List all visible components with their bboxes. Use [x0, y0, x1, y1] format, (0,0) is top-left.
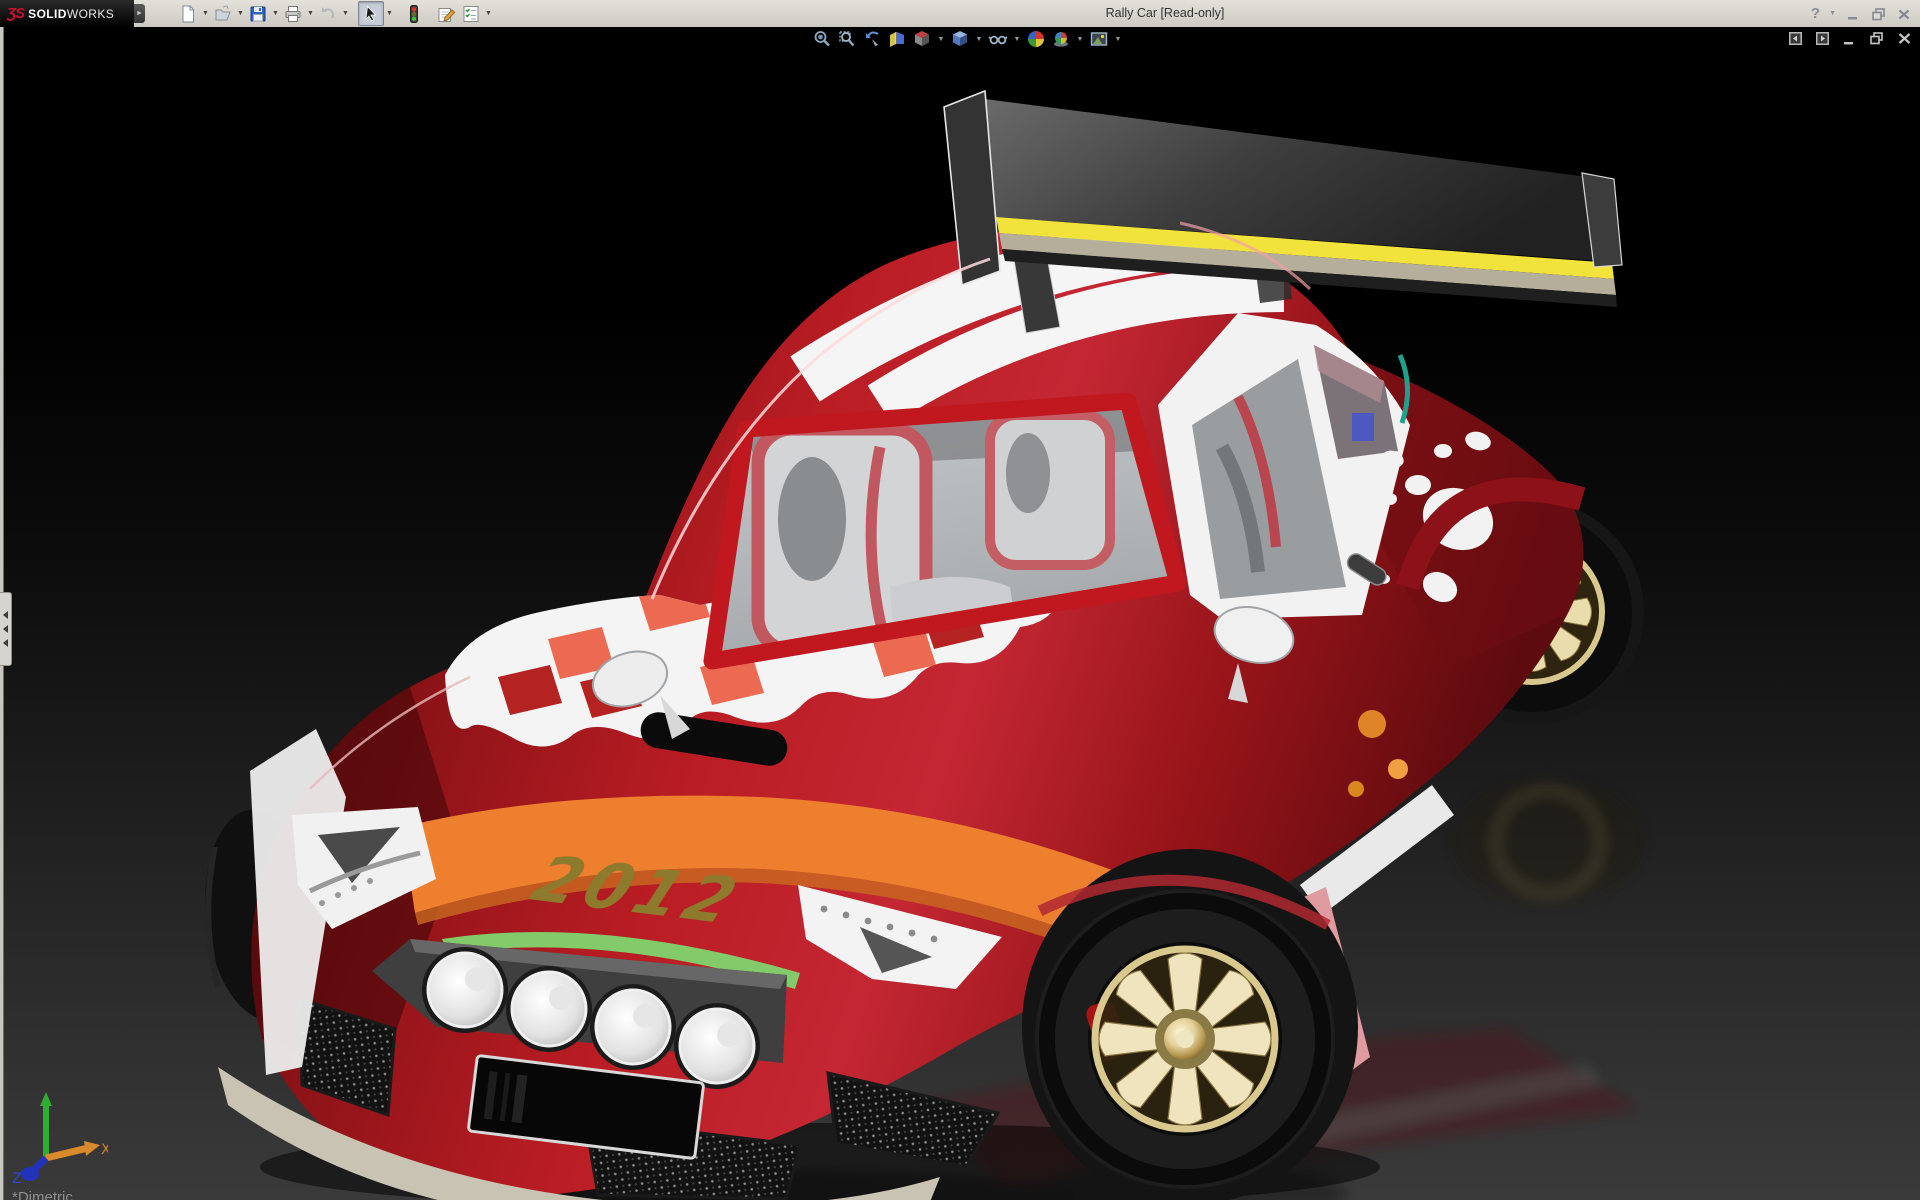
title-bar: ƷS SOLID WORKS ► ▼ ▼ ▼ ▼ ▼ ▼ ▼ Rally Car…: [0, 0, 1920, 28]
apply-scene-icon: [1054, 32, 1068, 47]
z-axis-arrow: [21, 1167, 39, 1181]
previous-view-button[interactable]: [862, 29, 882, 49]
undo-icon: [322, 6, 334, 18]
apply-scene-dropdown[interactable]: ▼: [1076, 36, 1084, 43]
view-orientation-label: *Dimetric: [12, 1189, 73, 1200]
solidworks-logo: ƷS SOLID WORKS: [0, 0, 134, 27]
close-button[interactable]: [1896, 6, 1912, 22]
car-model[interactable]: 2012: [195, 89, 1644, 1200]
rally-car-model[interactable]: 2012: [0, 27, 1920, 1200]
save-icon: [250, 6, 266, 21]
zoom-to-area-icon: [839, 31, 855, 47]
expand-panel-arrow-icon: [3, 639, 8, 647]
display-style-dropdown[interactable]: ▼: [975, 36, 983, 43]
feature-manager-collapsed-tab[interactable]: [0, 592, 12, 666]
view-orientation-dropdown[interactable]: ▼: [937, 36, 945, 43]
rear-wing[interactable]: [943, 89, 1623, 334]
hide-show-items-button[interactable]: [988, 29, 1008, 49]
edit-appearance-button[interactable]: [1026, 29, 1046, 49]
save-button[interactable]: [246, 2, 270, 25]
help-dropdown[interactable]: ▼: [1829, 10, 1836, 17]
zoom-to-fit-icon: [814, 31, 830, 47]
view-settings-dropdown[interactable]: ▼: [1114, 36, 1122, 43]
apply-scene-button[interactable]: [1051, 29, 1071, 49]
dassault-3ds-icon: ƷS: [7, 5, 25, 22]
hide-show-items-dropdown[interactable]: ▼: [1013, 36, 1021, 43]
z-axis-label: Z: [12, 1171, 22, 1184]
expand-panel-arrow-icon: [3, 611, 8, 619]
zoom-to-fit-button[interactable]: [812, 29, 832, 49]
display-style-icon: [953, 31, 967, 46]
new-document-dropdown[interactable]: ▼: [201, 2, 210, 25]
open-icon: [215, 4, 231, 20]
undo-button[interactable]: [316, 2, 340, 25]
reference-triad[interactable]: X Z: [8, 1088, 108, 1184]
toolbar-overflow-button[interactable]: ►: [134, 4, 145, 23]
solidworks-window: ƷS SOLID WORKS ► ▼ ▼ ▼ ▼ ▼ ▼ ▼ Rally Car…: [0, 0, 1920, 1200]
pane-collapse-right-button[interactable]: [1815, 31, 1830, 46]
new-document-icon: [182, 5, 194, 22]
viewport-minimize-button[interactable]: [1842, 31, 1857, 46]
x-axis-arrow: [84, 1141, 100, 1156]
options-checklist-icon: [463, 5, 479, 22]
heads-up-view-toolbar: ▼ ▼ ▼ ▼ ▼: [812, 29, 1122, 49]
select-dropdown[interactable]: ▼: [385, 2, 394, 25]
options-button[interactable]: [459, 2, 483, 25]
expand-panel-arrow-icon: [3, 625, 8, 633]
restore-button[interactable]: [1870, 6, 1887, 22]
new-document-button[interactable]: [176, 2, 200, 25]
annotation-icon: [438, 7, 456, 22]
annotation-button[interactable]: [434, 2, 458, 25]
undo-dropdown[interactable]: ▼: [341, 2, 350, 25]
section-view-icon: [890, 32, 904, 47]
save-dropdown[interactable]: ▼: [271, 2, 280, 25]
pane-collapse-left-button[interactable]: [1788, 31, 1803, 46]
stoplight-icon: [410, 4, 418, 23]
stoplight-button[interactable]: [402, 2, 426, 25]
view-orientation-button[interactable]: [912, 29, 932, 49]
document-title: Rally Car [Read-only]: [1105, 6, 1225, 20]
options-dropdown[interactable]: ▼: [484, 2, 493, 25]
hide-show-glasses-icon: [988, 35, 1008, 45]
viewport-restore-button[interactable]: [1869, 31, 1885, 46]
graphics-viewport[interactable]: 2012 ▼ ▼ ▼ ▼ ▼ X Z *Dimetric: [0, 27, 1920, 1200]
x-axis-label: X: [101, 1142, 108, 1158]
y-axis-arrow: [40, 1092, 52, 1106]
zoom-to-area-button[interactable]: [837, 29, 857, 49]
view-orientation-cube-icon: [915, 31, 929, 46]
main-toolbar: ▼ ▼ ▼ ▼ ▼ ▼ ▼: [176, 0, 493, 27]
section-view-button[interactable]: [887, 29, 907, 49]
minimize-button[interactable]: [1845, 6, 1861, 22]
open-dropdown[interactable]: ▼: [236, 2, 245, 25]
titlebar-controls: ? ▼: [1811, 0, 1912, 27]
select-cursor-icon: [365, 5, 377, 21]
help-button[interactable]: ?: [1811, 5, 1820, 22]
viewport-close-button[interactable]: [1897, 31, 1912, 46]
display-style-button[interactable]: [950, 29, 970, 49]
print-icon: [285, 5, 301, 22]
open-button[interactable]: [211, 2, 235, 25]
previous-view-icon: [866, 31, 879, 46]
print-dropdown[interactable]: ▼: [306, 2, 315, 25]
brand-text-bold: SOLID: [28, 6, 67, 21]
view-settings-icon: [1090, 32, 1108, 46]
print-button[interactable]: [281, 2, 305, 25]
document-window-controls: [1788, 31, 1912, 46]
appearance-ball-icon: [1028, 31, 1044, 47]
brand-text-light: WORKS: [66, 6, 115, 21]
select-button[interactable]: [358, 1, 384, 26]
view-settings-button[interactable]: [1089, 29, 1109, 49]
